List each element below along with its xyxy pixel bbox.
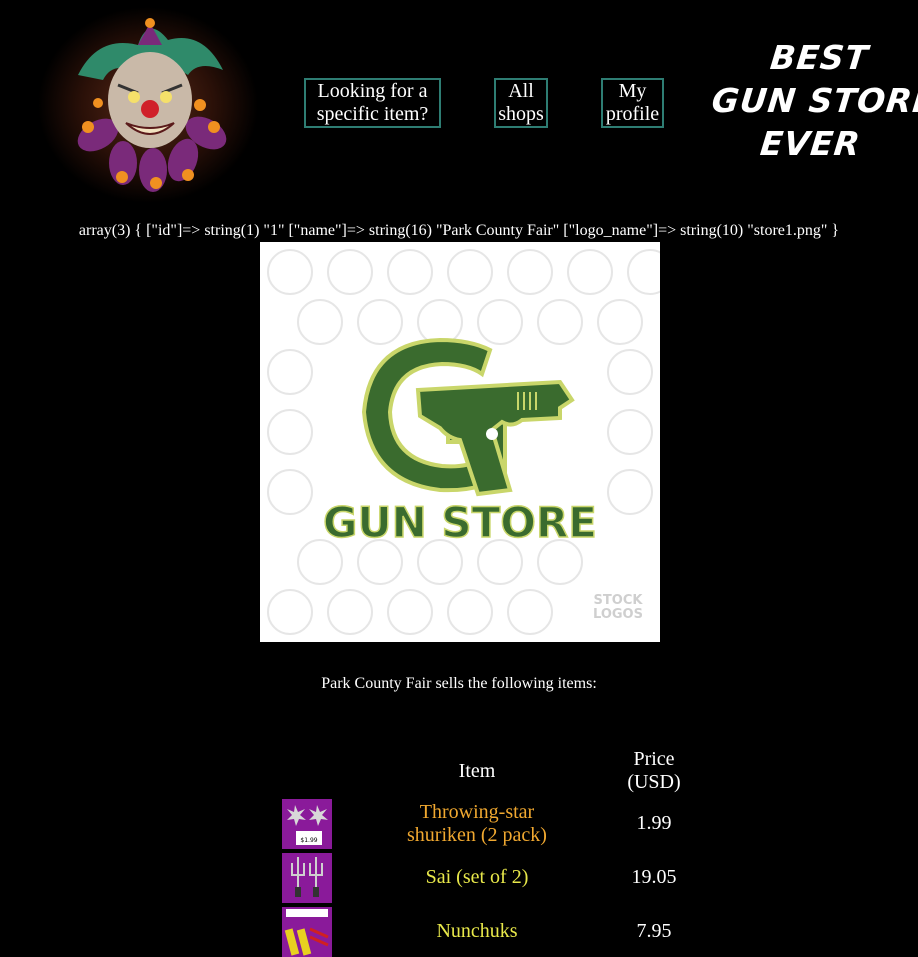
item-link-nunchuks[interactable]: Nunchuks	[378, 920, 576, 943]
clown-logo	[38, 7, 258, 203]
brand-line-3: EVER	[758, 124, 863, 163]
my-profile-label-1: My	[618, 80, 647, 102]
brand-line-1: BEST	[768, 38, 871, 77]
search-item-label-2: specific item?	[316, 103, 429, 125]
gun-store-logo-graphic: GUN STORE STOCK LOGOS	[267, 249, 660, 635]
sai-thumbnail[interactable]	[282, 853, 332, 903]
brand-title: BEST GUN STORE EVER	[705, 36, 918, 165]
col-header-price-1: Price	[633, 748, 675, 770]
sells-heading: Park County Fair sells the following ite…	[321, 675, 597, 692]
store-logo-text: GUN STORE	[323, 498, 597, 547]
search-item-label-1: Looking for a	[317, 80, 428, 102]
shuriken-thumbnail[interactable]: $1.99	[282, 799, 332, 849]
svg-text:$1.99: $1.99	[300, 837, 317, 844]
my-profile-label-2: profile	[605, 103, 660, 125]
debug-dump-text: array(3) { ["id"]=> string(1) "1" ["name…	[78, 222, 840, 239]
item-name-line-1: Throwing-star	[419, 801, 535, 823]
item-link-sai[interactable]: Sai (set of 2)	[378, 866, 576, 889]
item-link-shuriken[interactable]: Throwing-star shuriken (2 pack)	[378, 801, 576, 847]
watermark-line-2: LOGOS	[593, 607, 643, 622]
item-price: 7.95	[636, 920, 672, 942]
all-shops-label-1: All	[508, 80, 534, 102]
store-logo: GUN STORE STOCK LOGOS	[260, 242, 660, 642]
col-header-price: Price (USD)	[608, 748, 700, 794]
item-price: 19.05	[631, 866, 677, 888]
item-name-line-2: shuriken (2 pack)	[407, 824, 547, 846]
all-shops-label-2: shops	[498, 103, 544, 125]
nunchuks-thumbnail[interactable]	[282, 907, 332, 957]
brand-line-2: GUN STORE	[709, 81, 918, 120]
item-price: 1.99	[636, 812, 672, 834]
col-header-price-2: (USD)	[627, 771, 681, 793]
watermark-line-1: STOCK	[594, 593, 644, 608]
all-shops-button[interactable]: All shops	[494, 78, 548, 128]
my-profile-button[interactable]: My profile	[601, 78, 664, 128]
search-item-button[interactable]: Looking for a specific item?	[304, 78, 441, 128]
col-header-item: Item	[458, 760, 496, 782]
